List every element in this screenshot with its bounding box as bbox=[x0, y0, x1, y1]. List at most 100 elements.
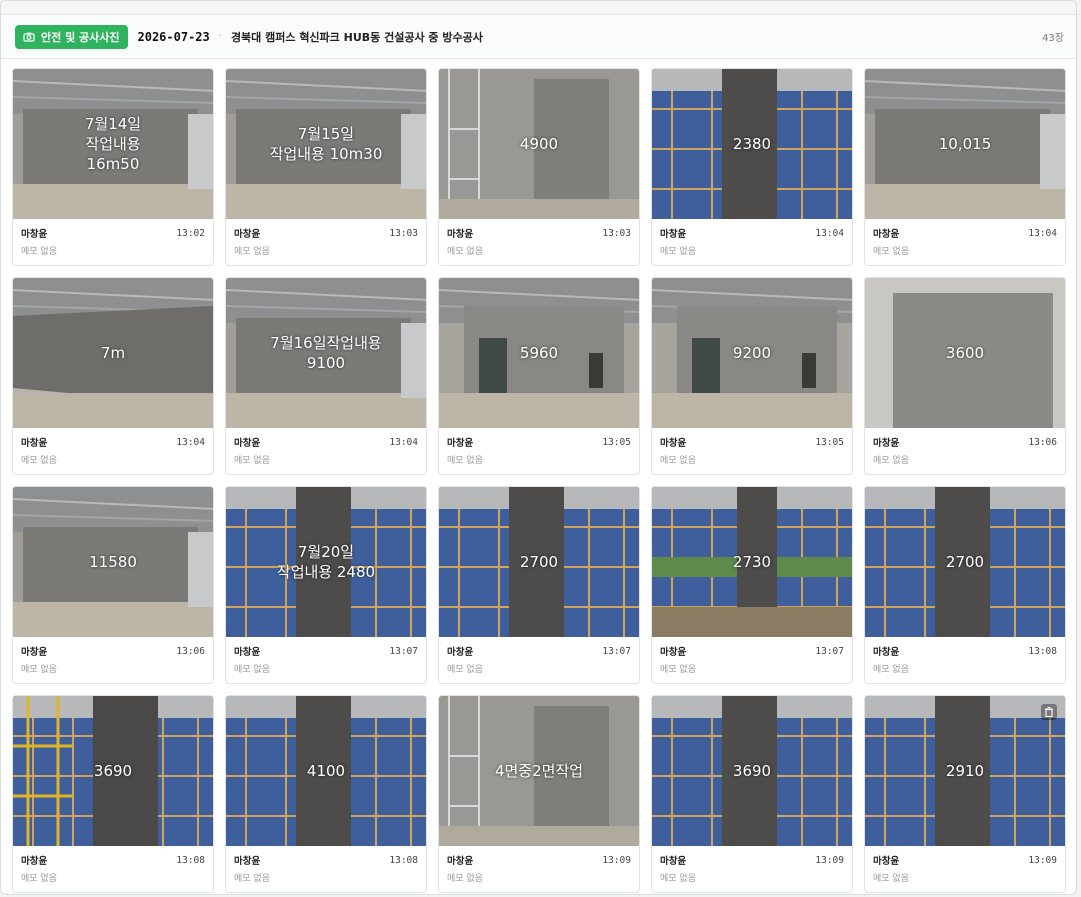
photo-meta-row: 마창윤 13:08 bbox=[234, 852, 418, 868]
photo-thumbnail[interactable]: 7m bbox=[13, 278, 213, 428]
photo-memo[interactable]: 메모 없음 bbox=[447, 244, 631, 257]
photo-overlay-text: 2910 bbox=[945, 762, 985, 780]
photo-card[interactable]: 2700 마창윤 13:07 메모 없음 bbox=[438, 486, 640, 684]
photo-card[interactable]: 5960 마창윤 13:05 메모 없음 bbox=[438, 277, 640, 475]
photo-time: 13:08 bbox=[389, 854, 418, 866]
photo-time: 13:02 bbox=[176, 227, 205, 239]
photo-card[interactable]: 11580 마창윤 13:06 메모 없음 bbox=[12, 486, 214, 684]
photo-thumbnail[interactable]: 10,015 bbox=[865, 69, 1065, 219]
photo-thumbnail[interactable]: 5960 bbox=[439, 278, 639, 428]
photo-card[interactable]: 4900 마창윤 13:03 메모 없음 bbox=[438, 68, 640, 266]
photo-memo[interactable]: 메모 없음 bbox=[873, 662, 1057, 675]
photo-memo[interactable]: 메모 없음 bbox=[660, 244, 844, 257]
photo-card[interactable]: 9200 마창윤 13:05 메모 없음 bbox=[651, 277, 853, 475]
photo-author: 마창윤 bbox=[873, 647, 900, 658]
separator-dot: · bbox=[218, 31, 222, 42]
photo-meta-row: 마창윤 13:02 bbox=[21, 225, 205, 241]
photo-memo[interactable]: 메모 없음 bbox=[873, 871, 1057, 884]
photo-author: 마창윤 bbox=[234, 438, 261, 449]
photo-time: 13:08 bbox=[176, 854, 205, 866]
photo-card[interactable]: 7m 마창윤 13:04 메모 없음 bbox=[12, 277, 214, 475]
photo-meta-row: 마창윤 13:07 bbox=[660, 643, 844, 659]
photo-card[interactable]: 3600 마창윤 13:06 메모 없음 bbox=[864, 277, 1066, 475]
photo-thumbnail[interactable]: 4면중2면작업 bbox=[439, 696, 639, 846]
photo-card[interactable]: 3690 마창윤 13:08 메모 없음 bbox=[12, 695, 214, 893]
photo-thumbnail[interactable]: 2700 bbox=[439, 487, 639, 637]
photo-time: 13:06 bbox=[1028, 436, 1057, 448]
photo-overlay-text: 4900 bbox=[519, 135, 559, 153]
album-title: 경북대 캠퍼스 혁신파크 HUB동 건설공사 중 방수공사 bbox=[230, 30, 483, 44]
photo-author: 마창윤 bbox=[21, 647, 48, 658]
photo-memo[interactable]: 메모 없음 bbox=[234, 871, 418, 884]
photo-memo[interactable]: 메모 없음 bbox=[234, 453, 418, 466]
photo-author: 마창윤 bbox=[447, 438, 474, 449]
photo-count: 43장 bbox=[1042, 33, 1064, 44]
photo-overlay-text: 7m bbox=[100, 344, 126, 362]
photo-meta-row: 마창윤 13:04 bbox=[234, 434, 418, 450]
photo-memo[interactable]: 메모 없음 bbox=[660, 453, 844, 466]
photo-card[interactable]: 3690 마창윤 13:09 메모 없음 bbox=[651, 695, 853, 893]
photo-thumbnail[interactable]: 2380 bbox=[652, 69, 852, 219]
photo-thumbnail[interactable]: 2730 bbox=[652, 487, 852, 637]
category-tag[interactable]: 안전 및 공사사진 bbox=[15, 24, 128, 49]
photo-author: 마창윤 bbox=[447, 856, 474, 867]
photo-meta-row: 마창윤 13:08 bbox=[21, 852, 205, 868]
photo-author: 마창윤 bbox=[660, 647, 687, 658]
photo-thumbnail[interactable]: 11580 bbox=[13, 487, 213, 637]
photo-memo[interactable]: 메모 없음 bbox=[234, 244, 418, 257]
photo-card[interactable]: 7월20일 작업내용 2480 마창윤 13:07 메모 없음 bbox=[225, 486, 427, 684]
photo-thumbnail[interactable]: 7월16일작업내용 9100 bbox=[226, 278, 426, 428]
photo-meta: 마창윤 13:04 메모 없음 bbox=[13, 428, 213, 467]
photo-overlay-text: 2380 bbox=[732, 135, 772, 153]
photo-memo[interactable]: 메모 없음 bbox=[21, 871, 205, 884]
photo-time: 13:04 bbox=[815, 227, 844, 239]
photo-memo[interactable]: 메모 없음 bbox=[21, 662, 205, 675]
photo-card[interactable]: 2730 마창윤 13:07 메모 없음 bbox=[651, 486, 853, 684]
photo-thumbnail[interactable]: 7월15일 작업내용 10m30 bbox=[226, 69, 426, 219]
photo-memo[interactable]: 메모 없음 bbox=[660, 871, 844, 884]
trash-icon[interactable] bbox=[1041, 704, 1057, 720]
photo-thumbnail[interactable]: 2910 bbox=[865, 696, 1065, 846]
photo-memo[interactable]: 메모 없음 bbox=[660, 662, 844, 675]
photo-overlay-text: 4100 bbox=[306, 762, 346, 780]
photo-thumbnail[interactable]: 3690 bbox=[13, 696, 213, 846]
photo-meta: 마창윤 13:04 메모 없음 bbox=[865, 219, 1065, 258]
photo-meta-row: 마창윤 13:09 bbox=[873, 852, 1057, 868]
photo-memo[interactable]: 메모 없음 bbox=[21, 453, 205, 466]
photo-overlay-text: 10,015 bbox=[938, 135, 992, 153]
photo-card[interactable]: 7월14일 작업내용 16m50 마창윤 13:02 메모 없음 bbox=[12, 68, 214, 266]
photo-memo[interactable]: 메모 없음 bbox=[447, 662, 631, 675]
photo-overlay-text: 11580 bbox=[89, 553, 137, 571]
photo-card[interactable]: 2700 마창윤 13:08 메모 없음 bbox=[864, 486, 1066, 684]
photo-thumbnail[interactable]: 4900 bbox=[439, 69, 639, 219]
photo-card[interactable]: 7월15일 작업내용 10m30 마창윤 13:03 메모 없음 bbox=[225, 68, 427, 266]
photo-memo[interactable]: 메모 없음 bbox=[873, 244, 1057, 257]
photo-card[interactable]: 10,015 마창윤 13:04 메모 없음 bbox=[864, 68, 1066, 266]
photo-overlay-text: 3690 bbox=[93, 762, 133, 780]
photo-meta-row: 마창윤 13:08 bbox=[873, 643, 1057, 659]
photo-thumbnail[interactable]: 3690 bbox=[652, 696, 852, 846]
photo-time: 13:08 bbox=[1028, 645, 1057, 657]
photo-memo[interactable]: 메모 없음 bbox=[21, 244, 205, 257]
photo-card[interactable]: 4100 마창윤 13:08 메모 없음 bbox=[225, 695, 427, 893]
photo-thumbnail[interactable]: 4100 bbox=[226, 696, 426, 846]
photo-meta: 마창윤 13:08 메모 없음 bbox=[865, 637, 1065, 676]
photo-memo[interactable]: 메모 없음 bbox=[234, 662, 418, 675]
photo-thumbnail[interactable]: 7월14일 작업내용 16m50 bbox=[13, 69, 213, 219]
photo-card[interactable]: 7월16일작업내용 9100 마창윤 13:04 메모 없음 bbox=[225, 277, 427, 475]
photo-thumbnail[interactable]: 9200 bbox=[652, 278, 852, 428]
photo-overlay-text: 9200 bbox=[732, 344, 772, 362]
photo-memo[interactable]: 메모 없음 bbox=[447, 871, 631, 884]
photo-memo[interactable]: 메모 없음 bbox=[873, 453, 1057, 466]
photo-thumbnail[interactable]: 7월20일 작업내용 2480 bbox=[226, 487, 426, 637]
photo-meta: 마창윤 13:04 메모 없음 bbox=[226, 428, 426, 467]
photo-overlay-text: 2700 bbox=[519, 553, 559, 571]
photo-card[interactable]: 2910 마창윤 13:09 메모 없음 bbox=[864, 695, 1066, 893]
photo-card[interactable]: 2380 마창윤 13:04 메모 없음 bbox=[651, 68, 853, 266]
photo-thumbnail[interactable]: 2700 bbox=[865, 487, 1065, 637]
photo-thumbnail[interactable]: 3600 bbox=[865, 278, 1065, 428]
photo-card[interactable]: 4면중2면작업 마창윤 13:09 메모 없음 bbox=[438, 695, 640, 893]
photo-author: 마창윤 bbox=[234, 647, 261, 658]
photo-author: 마창윤 bbox=[21, 438, 48, 449]
photo-memo[interactable]: 메모 없음 bbox=[447, 453, 631, 466]
